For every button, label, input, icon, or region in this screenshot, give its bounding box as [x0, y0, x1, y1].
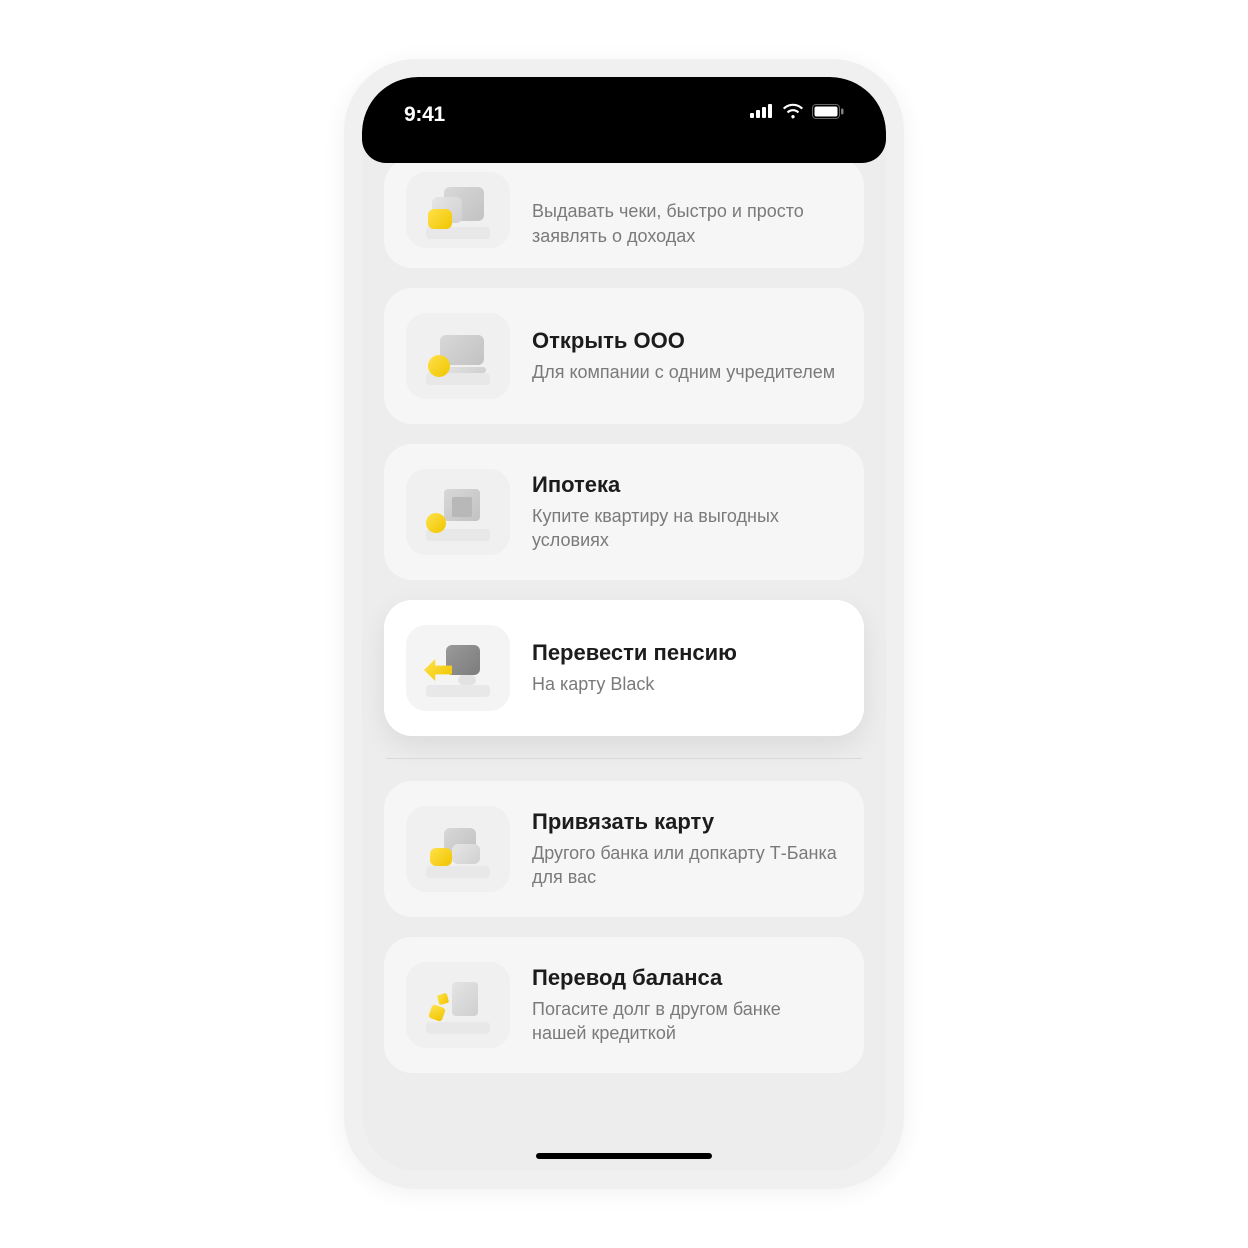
card-title: Открыть ООО	[532, 328, 840, 354]
card-link-card[interactable]: Привязать карту Другого банка или допкар…	[384, 781, 864, 917]
card-desc: Купите квартиру на выгодных условиях	[532, 504, 840, 553]
card-link-icon	[406, 806, 510, 892]
status-time: 9:41	[404, 103, 445, 127]
card-text: Ипотека Купите квартиру на выгодных усло…	[532, 472, 840, 553]
register-icon	[406, 172, 510, 248]
pension-icon	[406, 625, 510, 711]
house-icon	[406, 469, 510, 555]
card-desc: На карту Black	[532, 672, 840, 696]
card-desc: Для компании с одним учредителем	[532, 360, 840, 384]
card-text: Перевод баланса Погасите долг в другом б…	[532, 965, 840, 1046]
card-text: Привязать карту Другого банка или допкар…	[532, 809, 840, 890]
cellular-signal-icon	[750, 104, 774, 118]
home-indicator[interactable]	[536, 1153, 712, 1159]
card-desc: Выдавать чеки, быстро и просто заявлять …	[532, 199, 840, 248]
phone-frame: 9:41	[344, 59, 904, 1189]
card-transfer-pension[interactable]: Перевести пенсию На карту Black	[384, 600, 864, 736]
card-desc: Погасите долг в другом банке нашей креди…	[532, 997, 840, 1046]
card-text: Выдавать чеки, быстро и просто заявлять …	[532, 199, 840, 248]
card-balance-transfer[interactable]: Перевод баланса Погасите долг в другом б…	[384, 937, 864, 1073]
card-title: Перевести пенсию	[532, 640, 840, 666]
battery-icon	[812, 104, 844, 119]
card-title: Перевод баланса	[532, 965, 840, 991]
screen-content[interactable]: Выдавать чеки, быстро и просто заявлять …	[362, 163, 886, 1171]
card-title: Привязать карту	[532, 809, 840, 835]
divider	[386, 758, 862, 759]
phone-screen: 9:41	[362, 77, 886, 1171]
card-open-ooo[interactable]: Открыть ООО Для компании с одним учредит…	[384, 288, 864, 424]
company-icon	[406, 313, 510, 399]
card-text: Перевести пенсию На карту Black	[532, 640, 840, 696]
status-icons	[750, 103, 844, 119]
wifi-icon	[782, 103, 804, 119]
card-mortgage[interactable]: Ипотека Купите квартиру на выгодных усло…	[384, 444, 864, 580]
card-title: Ипотека	[532, 472, 840, 498]
card-register-receipts[interactable]: Выдавать чеки, быстро и просто заявлять …	[384, 163, 864, 268]
cards-list: Выдавать чеки, быстро и просто заявлять …	[384, 196, 864, 1073]
balance-transfer-icon	[406, 962, 510, 1048]
card-desc: Другого банка или допкарту Т-Банка для в…	[532, 841, 840, 890]
status-bar: 9:41	[362, 77, 886, 163]
card-text: Открыть ООО Для компании с одним учредит…	[532, 328, 840, 384]
